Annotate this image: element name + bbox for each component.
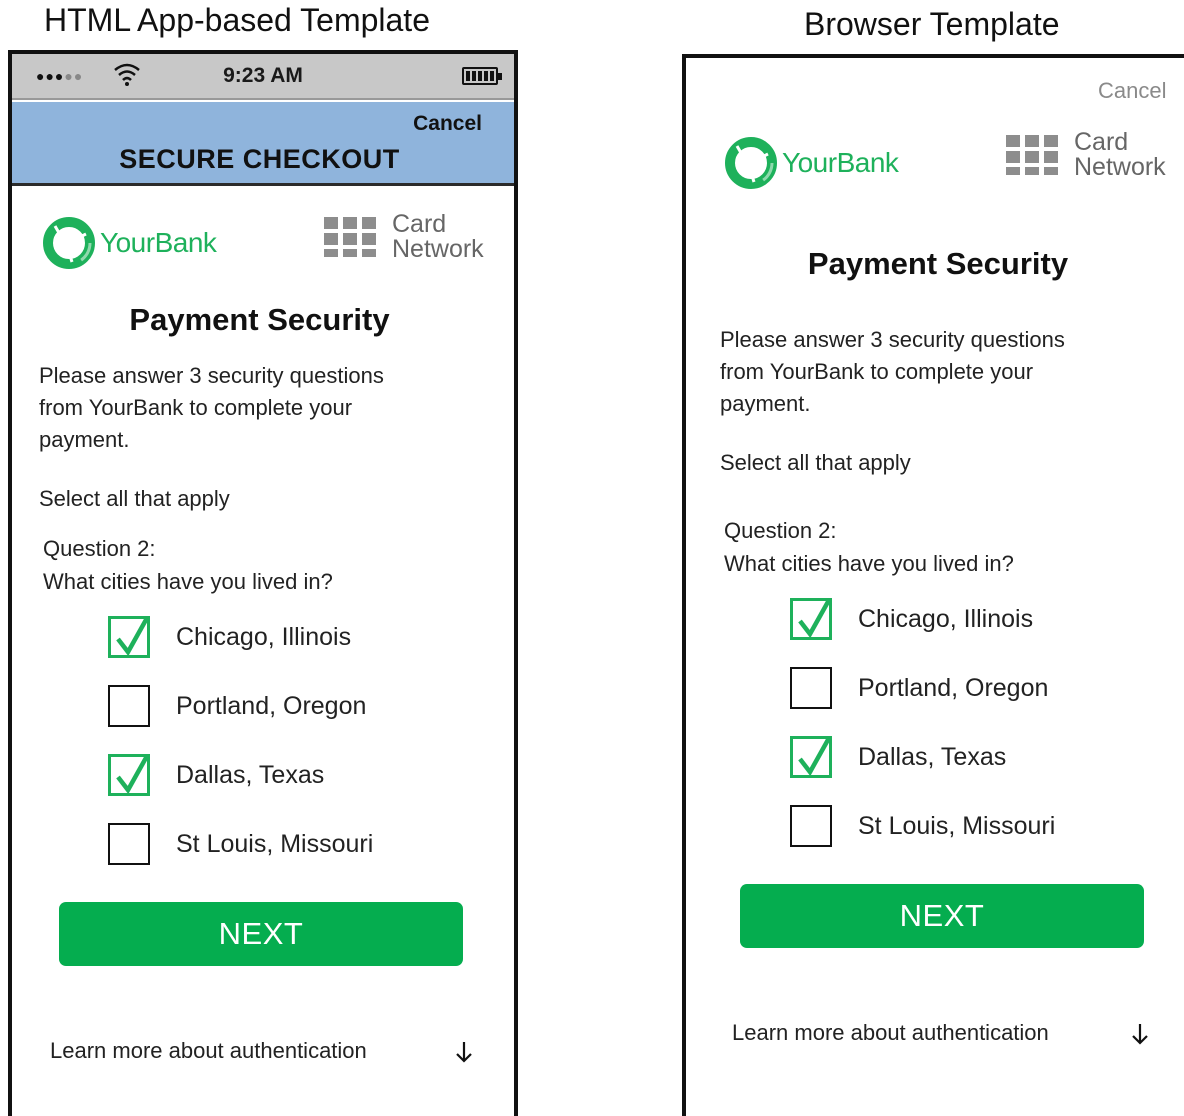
logo-row: YourBank Card Network bbox=[724, 130, 1174, 206]
card-network-icon bbox=[324, 217, 376, 257]
page-title: Payment Security bbox=[807, 246, 1069, 281]
card-network-line2: Network bbox=[1074, 153, 1166, 181]
app-title: SECURE CHECKOUT bbox=[119, 144, 400, 174]
select-all-hint: Select all that apply bbox=[39, 486, 230, 511]
option-label: St Louis, Missouri bbox=[858, 811, 1056, 840]
question-text: What cities have you lived in? bbox=[43, 569, 333, 594]
app-bar: Cancel SECURE CHECKOUT bbox=[12, 102, 514, 186]
question-label: Question 2: bbox=[724, 518, 837, 543]
browser-content: YourBank Card Network bbox=[724, 130, 1174, 206]
checkbox-unchecked[interactable] bbox=[108, 823, 150, 865]
card-network-icon bbox=[1006, 135, 1058, 175]
bank-name: YourBank bbox=[782, 147, 899, 178]
learn-more-link[interactable]: Learn more about authentication bbox=[50, 1038, 367, 1064]
phone-content: YourBank Card Network bbox=[42, 212, 492, 284]
cancel-link[interactable]: Cancel bbox=[1098, 78, 1166, 104]
checkbox-checked[interactable] bbox=[108, 754, 150, 796]
option-label: Portland, Oregon bbox=[176, 691, 367, 720]
option-st-louis[interactable]: St Louis, Missouri bbox=[790, 805, 1055, 847]
card-network-line1: Card bbox=[392, 210, 447, 238]
bank-logo-icon bbox=[725, 137, 777, 189]
option-label: Portland, Oregon bbox=[858, 673, 1049, 702]
checkbox-checked[interactable] bbox=[790, 598, 832, 640]
options-list: Chicago, Illinois Portland, Oregon Dalla… bbox=[790, 598, 1170, 878]
checkmark-icon bbox=[798, 736, 831, 777]
status-time: 9:23 AM bbox=[223, 64, 303, 87]
instructions: Please answer 3 security questions from … bbox=[39, 363, 384, 452]
checkbox-unchecked[interactable] bbox=[790, 805, 832, 847]
option-dallas[interactable]: Dallas, Texas bbox=[790, 736, 1006, 778]
card-network-logo: Card Network bbox=[324, 212, 484, 262]
page-title: Payment Security bbox=[129, 302, 390, 337]
logo-row: YourBank Card Network bbox=[42, 212, 492, 284]
arrow-down-icon[interactable] bbox=[454, 1040, 474, 1064]
cancel-button[interactable]: Cancel bbox=[413, 112, 482, 136]
next-button[interactable]: NEXT bbox=[740, 884, 1144, 948]
question-text: What cities have you lived in? bbox=[724, 551, 1014, 576]
card-network-logo: Card Network bbox=[1006, 130, 1166, 180]
caption-app-template: HTML App-based Template bbox=[44, 2, 430, 38]
caption-browser-template: Browser Template bbox=[804, 6, 1060, 42]
checkmark-icon bbox=[798, 598, 831, 639]
option-chicago[interactable]: Chicago, Illinois bbox=[108, 616, 351, 658]
option-dallas[interactable]: Dallas, Texas bbox=[108, 754, 324, 796]
checkbox-checked[interactable] bbox=[108, 616, 150, 658]
question: Question 2: What cities have you lived i… bbox=[43, 532, 333, 598]
question: Question 2: What cities have you lived i… bbox=[724, 514, 1014, 580]
checkbox-unchecked[interactable] bbox=[790, 667, 832, 709]
option-label: Chicago, Illinois bbox=[176, 622, 352, 651]
option-label: Chicago, Illinois bbox=[858, 604, 1034, 633]
status-bar: ●●●●● 9:23 AM bbox=[12, 54, 514, 100]
battery-icon bbox=[462, 67, 502, 85]
select-all-hint: Select all that apply bbox=[720, 450, 911, 475]
arrow-down-icon[interactable] bbox=[1130, 1022, 1150, 1046]
browser-mockup: Cancel YourBank Card Network Payment Sec… bbox=[682, 54, 1184, 1116]
bank-logo: YourBank bbox=[42, 216, 217, 270]
checkmark-icon bbox=[116, 754, 149, 795]
learn-more-link[interactable]: Learn more about authentication bbox=[732, 1020, 1049, 1046]
options-list: Chicago, Illinois Portland, Oregon Dalla… bbox=[108, 616, 488, 896]
checkbox-checked[interactable] bbox=[790, 736, 832, 778]
option-label: Dallas, Texas bbox=[176, 760, 325, 789]
bank-name: YourBank bbox=[100, 227, 217, 258]
checkbox-unchecked[interactable] bbox=[108, 685, 150, 727]
instructions: Please answer 3 security questions from … bbox=[720, 327, 1065, 416]
option-portland[interactable]: Portland, Oregon bbox=[790, 667, 1048, 709]
option-portland[interactable]: Portland, Oregon bbox=[108, 685, 366, 727]
question-label: Question 2: bbox=[43, 536, 156, 561]
checkmark-icon bbox=[116, 616, 149, 657]
option-label: Dallas, Texas bbox=[858, 742, 1007, 771]
phone-mockup: ●●●●● 9:23 AM Cancel SECURE CHECKOUT You… bbox=[8, 50, 518, 1116]
bank-logo-icon bbox=[43, 217, 95, 269]
option-label: St Louis, Missouri bbox=[176, 829, 374, 858]
option-st-louis[interactable]: St Louis, Missouri bbox=[108, 823, 373, 865]
card-network-line2: Network bbox=[392, 235, 484, 263]
bank-logo: YourBank bbox=[724, 136, 899, 190]
next-button[interactable]: NEXT bbox=[59, 902, 463, 966]
card-network-line1: Card bbox=[1074, 128, 1129, 156]
option-chicago[interactable]: Chicago, Illinois bbox=[790, 598, 1033, 640]
